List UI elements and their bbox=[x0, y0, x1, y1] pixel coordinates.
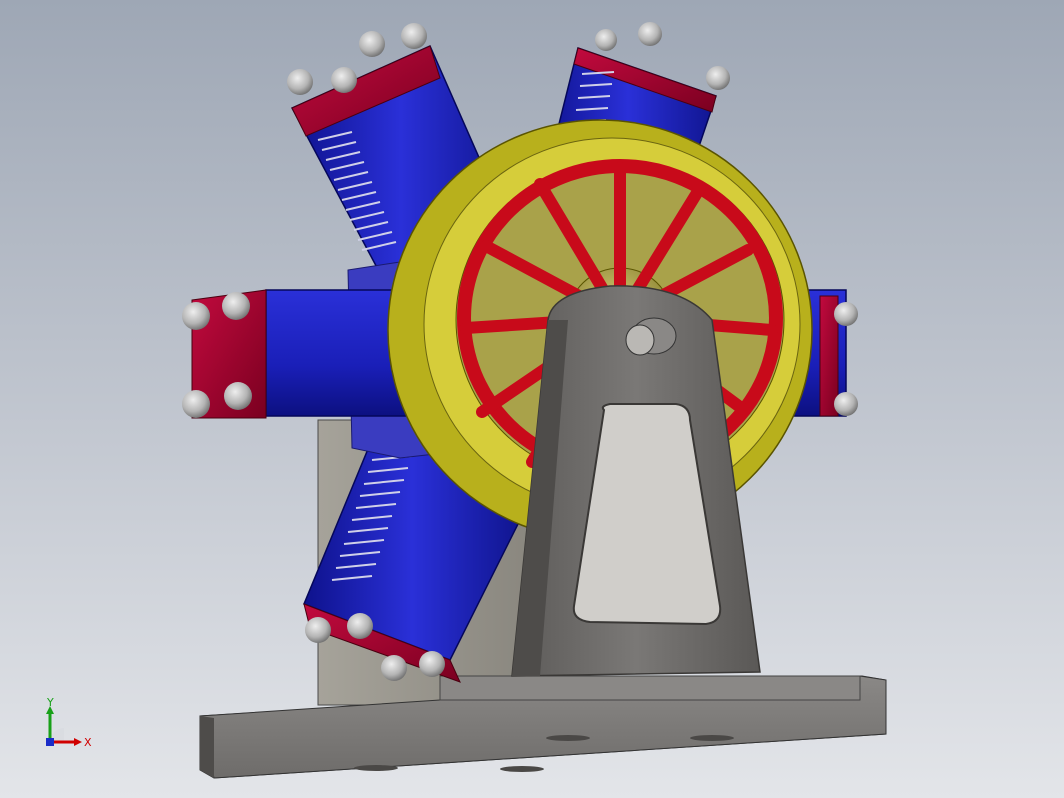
nut-icon bbox=[401, 23, 427, 49]
nut-icon bbox=[182, 390, 210, 418]
x-axis-label: X bbox=[84, 736, 92, 749]
nut-icon bbox=[419, 651, 445, 677]
x-arrow-icon bbox=[74, 738, 82, 746]
shaft-end bbox=[625, 324, 655, 356]
nut-icon bbox=[222, 292, 250, 320]
base-hole bbox=[500, 766, 544, 772]
nut-icon bbox=[305, 617, 331, 643]
nut-icon bbox=[638, 22, 662, 46]
base-hole bbox=[690, 735, 734, 741]
nut-icon bbox=[224, 382, 252, 410]
y-axis-label: Y bbox=[46, 696, 54, 709]
z-axis-icon bbox=[46, 738, 54, 746]
nut-icon bbox=[347, 613, 373, 639]
engine-model[interactable] bbox=[0, 0, 1064, 798]
nut-icon bbox=[359, 31, 385, 57]
nut-icon bbox=[331, 67, 357, 93]
nut-icon bbox=[182, 302, 210, 330]
base-hole bbox=[546, 735, 590, 741]
base-hole bbox=[354, 765, 398, 771]
nut-icon bbox=[834, 302, 858, 326]
nut-icon bbox=[381, 655, 407, 681]
nut-icon bbox=[595, 29, 617, 51]
nut-icon bbox=[834, 392, 858, 416]
base-plate[interactable] bbox=[199, 675, 887, 779]
orientation-triad[interactable]: Y X bbox=[36, 696, 106, 766]
3d-viewport[interactable]: Y X bbox=[0, 0, 1064, 798]
nut-icon bbox=[287, 69, 313, 95]
nut-icon bbox=[706, 66, 730, 90]
